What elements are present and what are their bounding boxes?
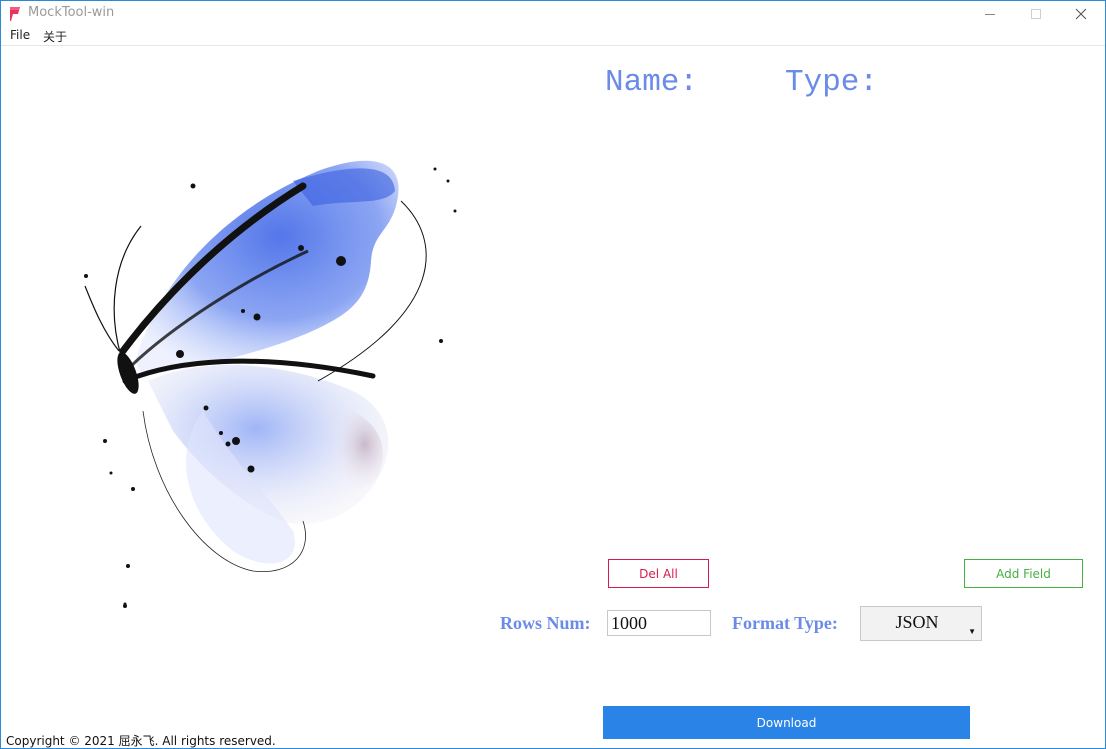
name-column-label: Name: bbox=[605, 65, 699, 100]
window-title: MockTool-win bbox=[28, 5, 115, 20]
minimize-icon bbox=[985, 14, 995, 15]
butterfly-illustration bbox=[84, 160, 457, 608]
rows-num-label: Rows Num: bbox=[500, 613, 591, 633]
app-window: MockTool-win File 关于 Name: Type: Del All… bbox=[0, 0, 1106, 749]
maximize-icon bbox=[1031, 9, 1041, 19]
add-field-button[interactable]: Add Field bbox=[964, 559, 1083, 588]
menu-item-about[interactable]: 关于 bbox=[43, 28, 67, 45]
format-type-label: Format Type: bbox=[732, 613, 838, 633]
title-bar[interactable]: MockTool-win bbox=[1, 1, 1105, 27]
copyright-text: Copyright © 2021 屈永飞. All rights reserve… bbox=[6, 734, 276, 748]
close-icon bbox=[1075, 8, 1087, 20]
maximize-button[interactable] bbox=[1013, 1, 1059, 27]
app-icon bbox=[10, 7, 20, 21]
del-all-button[interactable]: Del All bbox=[608, 559, 709, 588]
close-button[interactable] bbox=[1058, 1, 1104, 27]
format-type-value: JSON bbox=[895, 612, 939, 632]
download-button[interactable]: Download bbox=[603, 706, 970, 739]
chevron-down-icon: ▼ bbox=[968, 627, 976, 636]
menu-item-file[interactable]: File bbox=[10, 28, 30, 42]
minimize-button[interactable] bbox=[967, 1, 1013, 27]
rows-num-input[interactable] bbox=[607, 610, 711, 636]
menu-bar: File 关于 bbox=[1, 27, 1105, 46]
type-column-label: Type: bbox=[785, 65, 879, 100]
format-type-select[interactable]: JSON ▼ bbox=[860, 606, 982, 641]
